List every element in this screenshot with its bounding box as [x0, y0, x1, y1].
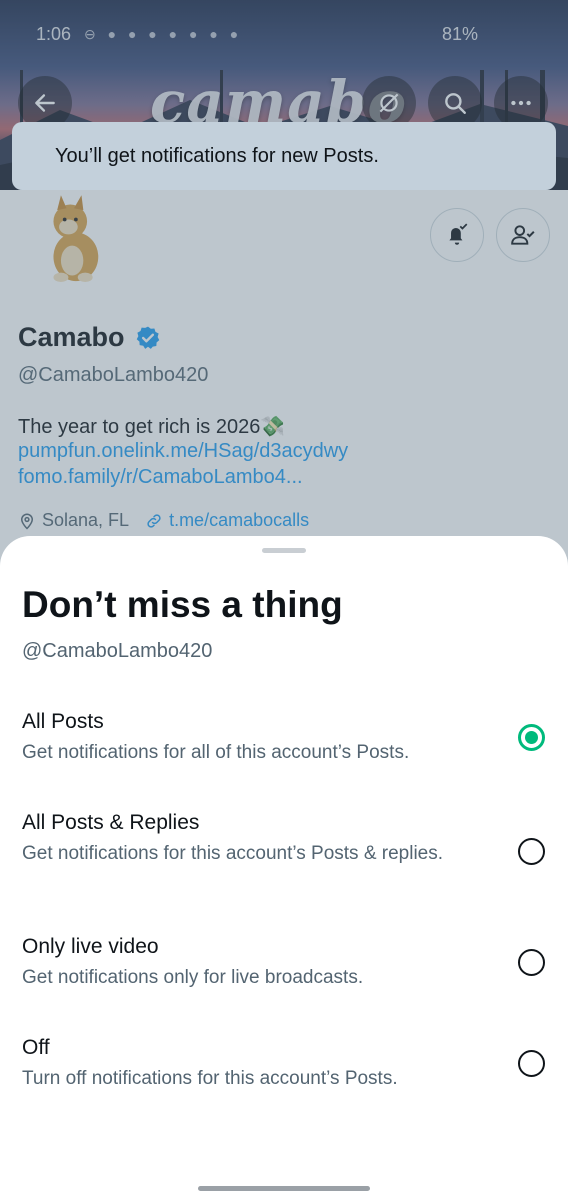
radio-unselected[interactable]	[518, 1050, 545, 1077]
option-label: Off	[22, 1036, 50, 1059]
option-label: Only live video	[22, 935, 159, 958]
notification-settings-sheet: Don’t miss a thing @CamaboLambo420 All P…	[0, 536, 568, 1200]
option-only-live-video[interactable]: Only live video Get notifications only f…	[0, 935, 568, 1025]
option-label: All Posts & Replies	[22, 811, 200, 834]
radio-unselected[interactable]	[518, 838, 545, 865]
radio-selected[interactable]	[518, 724, 545, 751]
option-description: Get notifications for this account’s Pos…	[22, 843, 444, 864]
home-indicator[interactable]	[198, 1186, 370, 1191]
sheet-handle: @CamaboLambo420	[22, 640, 213, 662]
option-label: All Posts	[22, 710, 104, 733]
sheet-title: Don’t miss a thing	[22, 584, 343, 625]
option-description: Get notifications only for live broadcas…	[22, 967, 364, 988]
option-all-posts-replies[interactable]: All Posts & Replies Get notifications fo…	[0, 811, 568, 901]
option-all-posts[interactable]: All Posts Get notifications for all of t…	[0, 710, 568, 800]
sheet-drag-handle[interactable]	[262, 548, 306, 553]
option-description: Get notifications for all of this accoun…	[22, 742, 410, 763]
toast-message: You’ll get notifications for new Posts.	[55, 144, 379, 167]
option-description: Turn off notifications for this account’…	[22, 1068, 398, 1089]
option-off[interactable]: Off Turn off notifications for this acco…	[0, 1036, 568, 1126]
radio-unselected[interactable]	[518, 949, 545, 976]
toast-notification: You’ll get notifications for new Posts.	[12, 122, 556, 190]
